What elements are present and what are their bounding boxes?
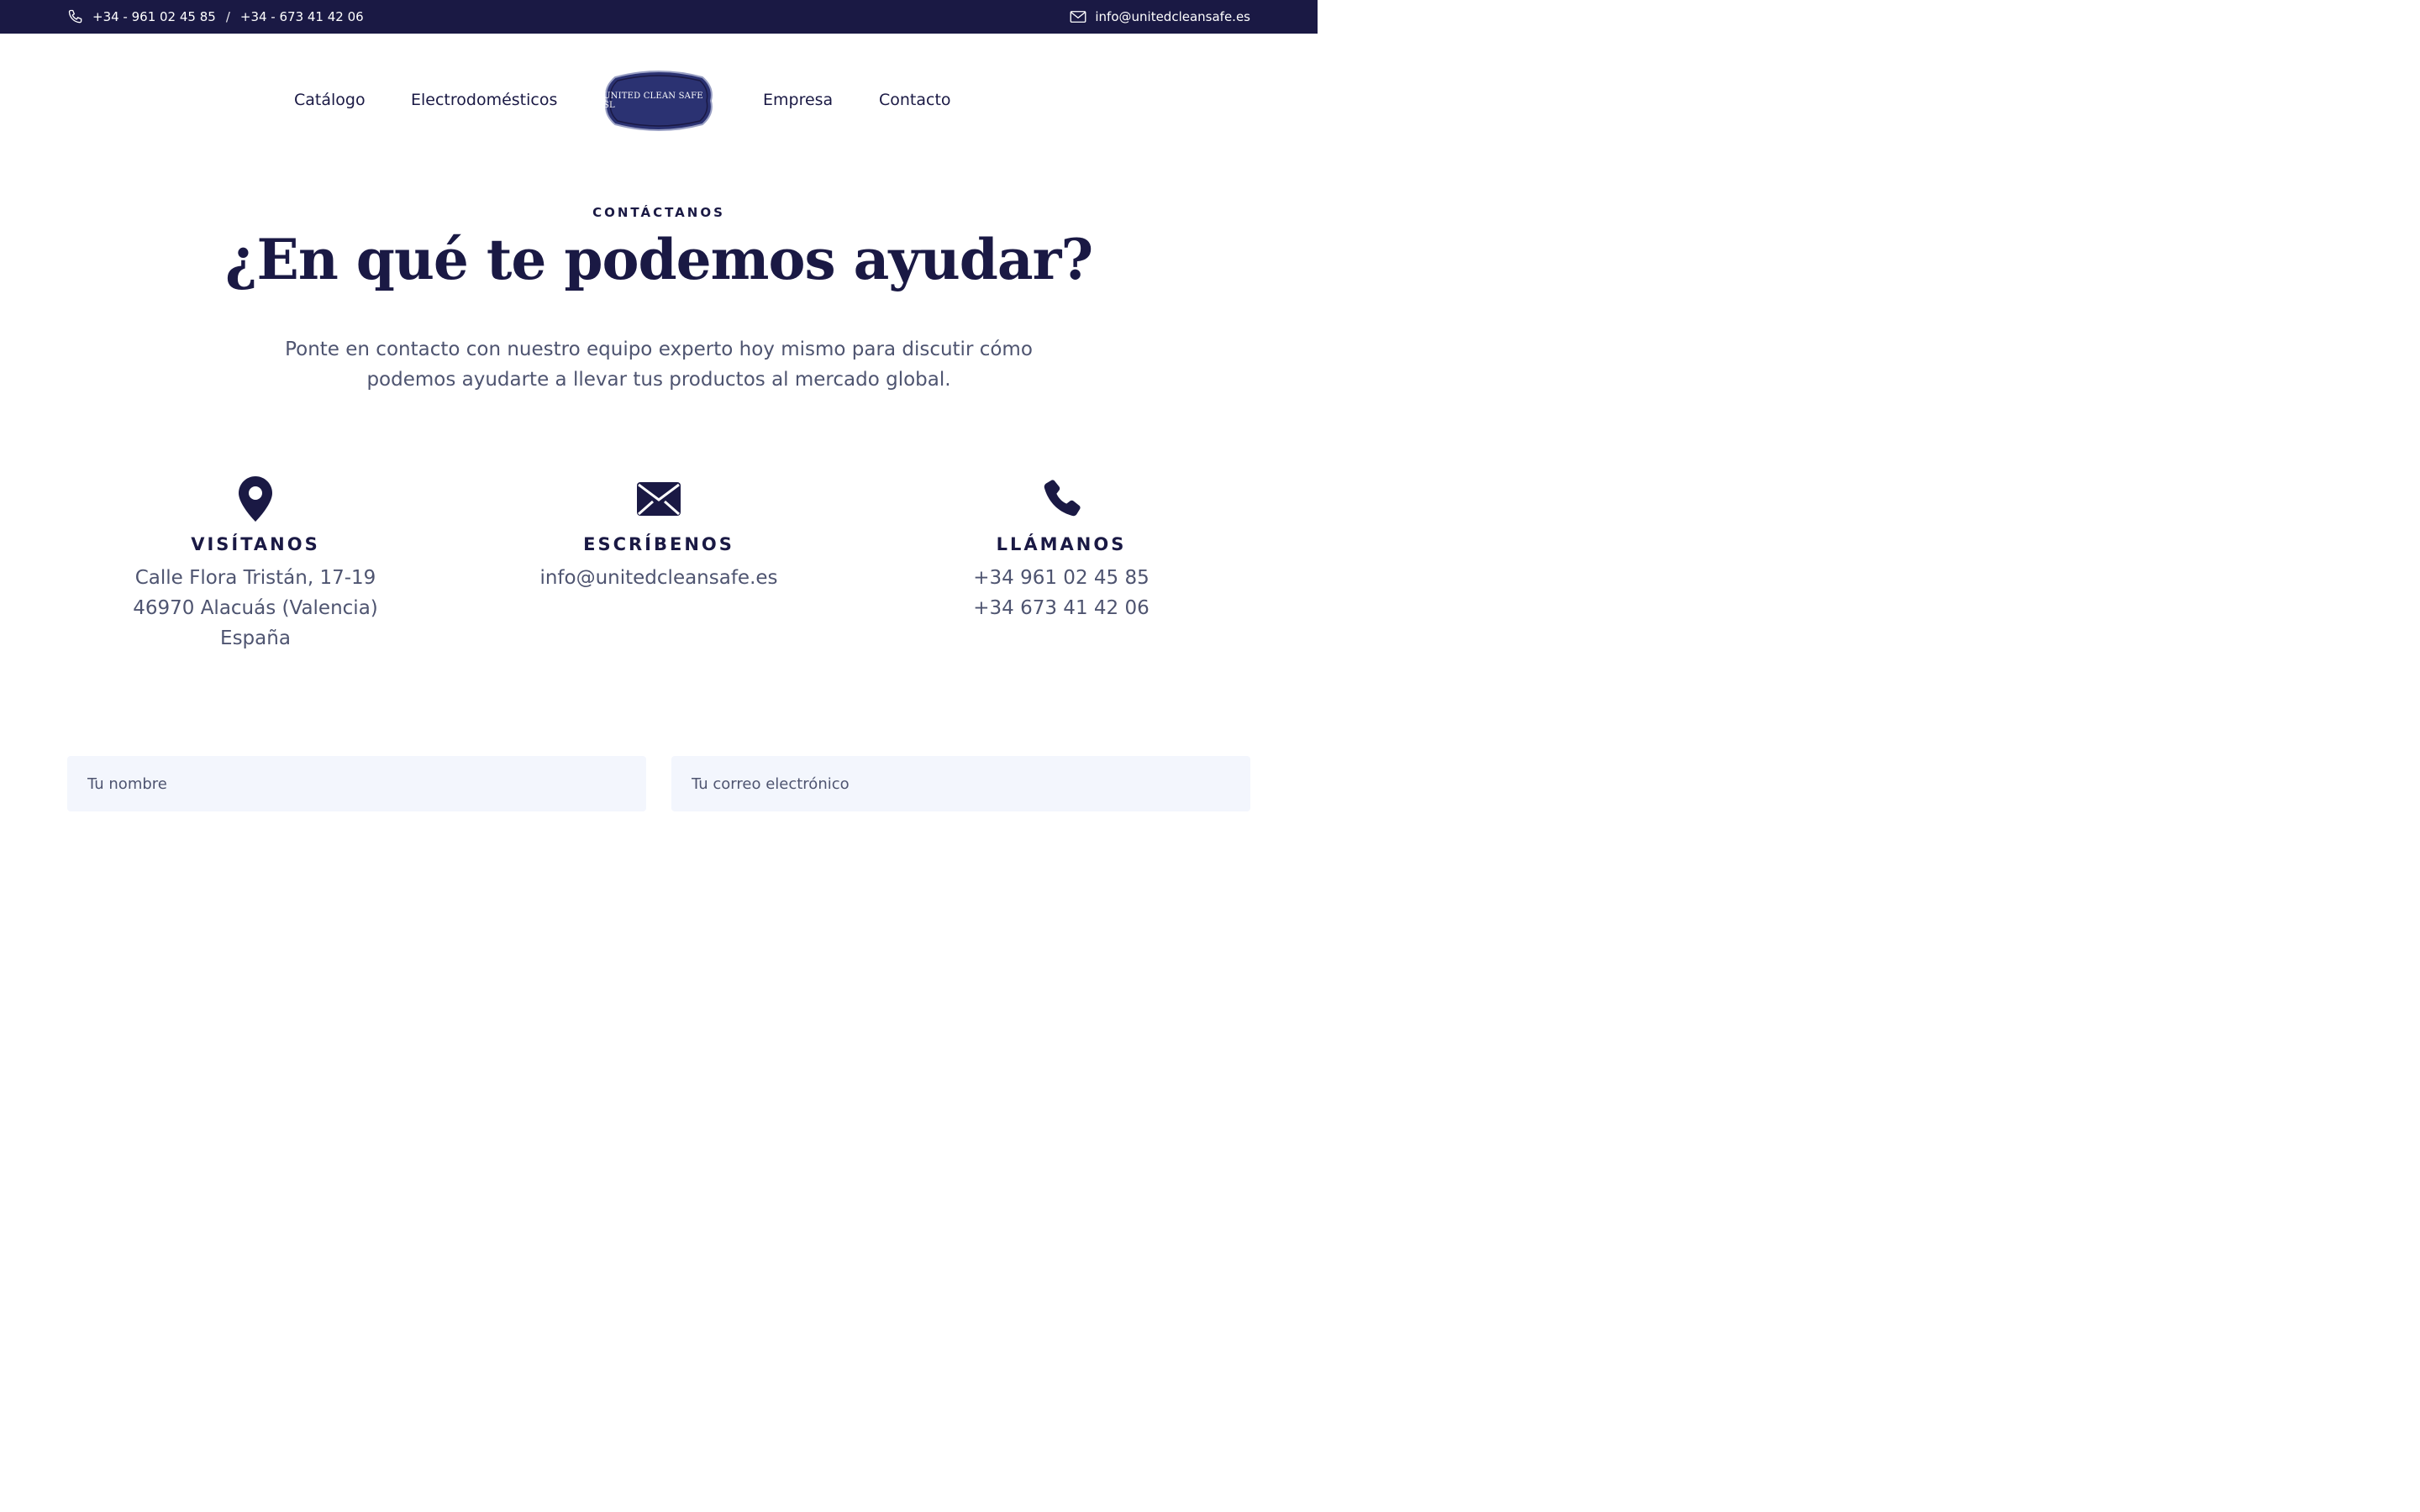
contact-card-call: LLÁMANOS +34 961 02 45 85 +34 673 41 42 …: [876, 475, 1246, 623]
topbar-email[interactable]: info@unitedcleansafe.es: [1095, 9, 1250, 24]
phone-icon: [67, 8, 84, 25]
envelope-icon: [1070, 10, 1086, 24]
topbar-phone-1[interactable]: +34 - 961 02 45 85: [92, 9, 216, 24]
address-line: 46970 Alacuás (Valencia): [133, 597, 378, 619]
topbar-email-group: info@unitedcleansafe.es: [1070, 0, 1250, 34]
topbar-phone-separator: /: [225, 9, 230, 24]
email-field[interactable]: [671, 756, 1250, 811]
top-contact-bar: +34 - 961 02 45 85 / +34 - 673 41 42 06 …: [0, 0, 1318, 34]
page-title: ¿En qué te podemos ayudar?: [224, 227, 1093, 292]
name-field[interactable]: [67, 756, 646, 811]
section-eyebrow: CONTÁCTANOS: [592, 205, 725, 220]
contact-phone[interactable]: +34 673 41 42 06: [876, 593, 1246, 623]
logo-text: UNITED CLEAN SAFE SL: [603, 92, 703, 110]
contact-card-title: LLÁMANOS: [996, 534, 1127, 554]
phone-icon: [876, 475, 1246, 522]
nav-item-contacto[interactable]: Contacto: [879, 91, 951, 109]
nav-item-electrodomesticos[interactable]: Electrodomésticos: [411, 91, 557, 109]
main-nav: Catálogo Electrodomésticos UNITED CLEAN …: [0, 67, 1318, 134]
topbar-phones: +34 - 961 02 45 85 / +34 - 673 41 42 06: [67, 0, 364, 34]
topbar-phone-2[interactable]: +34 - 673 41 42 06: [240, 9, 364, 24]
contact-card-write: ESCRÍBENOS info@unitedcleansafe.es: [474, 475, 844, 593]
contact-email[interactable]: info@unitedcleansafe.es: [474, 563, 844, 593]
contact-card-title: ESCRÍBENOS: [583, 534, 734, 554]
contact-card-title: VISÍTANOS: [191, 534, 320, 554]
map-pin-icon: [71, 475, 440, 522]
company-logo[interactable]: UNITED CLEAN SAFE SL: [603, 69, 714, 133]
address-line: España: [220, 627, 291, 649]
nav-item-catalogo[interactable]: Catálogo: [294, 91, 366, 109]
page-subtitle: Ponte en contacto con nuestro equipo exp…: [285, 339, 1033, 391]
contact-phone[interactable]: +34 961 02 45 85: [876, 563, 1246, 593]
nav-item-empresa[interactable]: Empresa: [763, 91, 833, 109]
envelope-icon: [474, 475, 844, 522]
address-line: Calle Flora Tristán, 17-19: [134, 567, 376, 589]
contact-card-visit: VISÍTANOS Calle Flora Tristán, 17-19 469…: [71, 475, 440, 654]
